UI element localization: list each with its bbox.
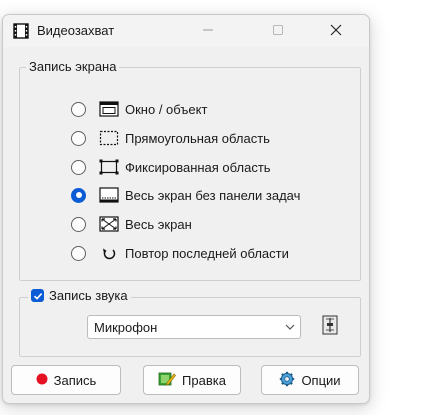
full-screen-icon: [99, 215, 119, 233]
edit-icon: [158, 371, 176, 390]
option-screen-without-taskbar[interactable]: Весь экран без панели задач: [71, 185, 300, 205]
chevron-down-icon: [280, 324, 300, 330]
radio-window-object[interactable]: [71, 101, 86, 117]
window-title: Видеозахват: [37, 23, 115, 38]
audio-mixer-button[interactable]: [319, 315, 341, 337]
sound-recording-checkbox[interactable]: [31, 289, 44, 302]
screen-recording-legend: Запись экрана: [26, 59, 120, 74]
radio-fixed-area[interactable]: [71, 159, 86, 175]
minimize-icon: [202, 24, 214, 39]
option-rectangle-area[interactable]: Прямоугольная область: [71, 128, 270, 148]
maximize-icon: [272, 24, 284, 39]
audio-mixer-icon: [321, 315, 339, 338]
record-dot-icon: [36, 373, 48, 388]
option-fixed-area[interactable]: Фиксированная область: [71, 157, 271, 177]
radio-full-screen[interactable]: [71, 216, 86, 232]
film-icon: [13, 23, 29, 42]
window-object-icon: [99, 100, 119, 118]
record-button[interactable]: Запись: [11, 365, 121, 395]
close-icon: [330, 24, 342, 39]
close-button[interactable]: [313, 15, 359, 47]
option-window-object[interactable]: Окно / объект: [71, 99, 207, 119]
sound-recording-legend[interactable]: Запись звука: [28, 288, 131, 303]
repeat-area-icon: [99, 244, 119, 262]
options-button[interactable]: Опции: [261, 365, 359, 395]
gear-icon: [279, 371, 295, 390]
fixed-area-icon: [99, 158, 119, 176]
radio-rectangle-area[interactable]: [71, 130, 86, 146]
title-bar[interactable]: Видеозахват: [3, 15, 369, 47]
maximize-button[interactable]: [255, 15, 301, 47]
sound-recording-label: Запись звука: [49, 288, 128, 303]
option-repeat-last-area[interactable]: Повтор последней области: [71, 243, 289, 263]
option-full-screen[interactable]: Весь экран: [71, 214, 192, 234]
radio-repeat-last-area[interactable]: [71, 245, 86, 261]
radio-screen-without-taskbar[interactable]: [71, 187, 86, 203]
audio-device-select[interactable]: Микрофон: [87, 315, 301, 339]
rectangle-area-icon: [99, 129, 119, 147]
screen-without-taskbar-icon: [99, 186, 119, 204]
audio-device-value: Микрофон: [94, 319, 158, 335]
video-capture-window: Видеозахват Запись экрана Окно / объект …: [2, 14, 370, 404]
minimize-button[interactable]: [185, 15, 231, 47]
edit-button[interactable]: Правка: [143, 365, 241, 395]
